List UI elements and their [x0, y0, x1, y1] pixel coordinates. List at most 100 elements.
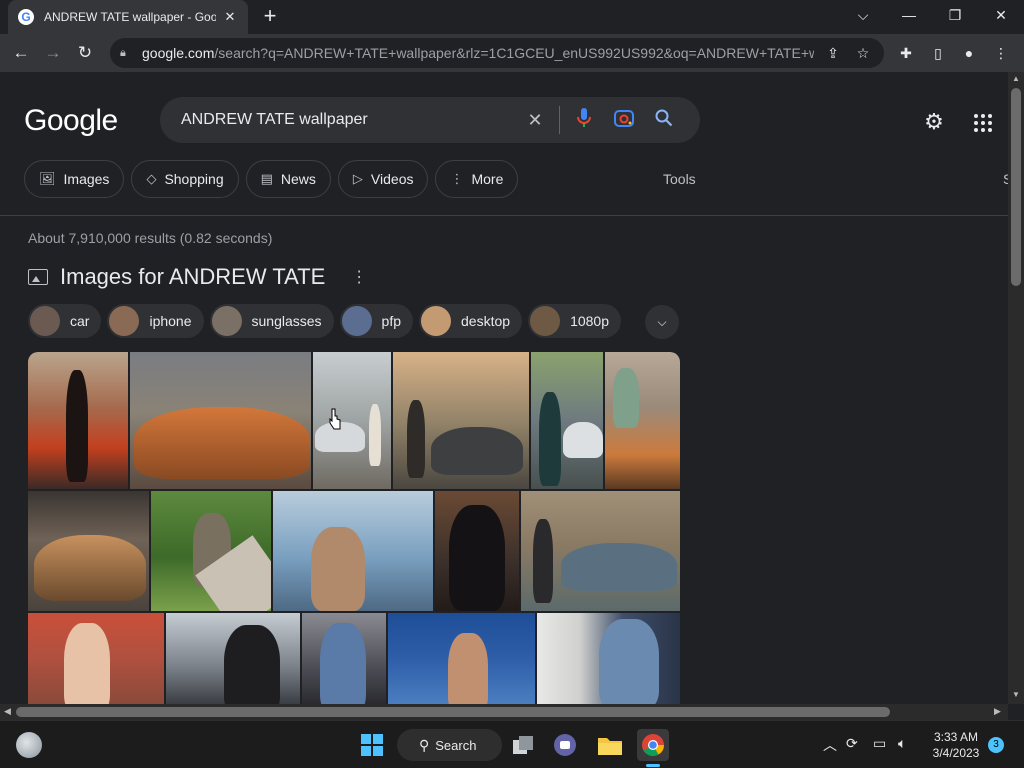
suggestion-thumbnail [341, 306, 372, 336]
forward-button[interactable]: → [40, 40, 66, 66]
search-icon[interactable] [644, 109, 684, 132]
search-filter-chips: 🖼︎ Images ◇ Shopping ▤ News ▷ Videos ⋮ More [24, 160, 525, 200]
image-result[interactable] [130, 352, 311, 489]
tab-search-chevron-icon[interactable]: ⌵ [848, 4, 878, 26]
filter-images[interactable]: 🖼︎ Images [24, 160, 125, 198]
close-window-button[interactable]: ✕ [986, 4, 1016, 26]
suggestion-chip-iphone[interactable]: iphone [107, 304, 204, 338]
chrome-taskbar-icon[interactable] [637, 729, 669, 767]
tools-button[interactable]: Tools [663, 171, 696, 187]
settings-gear-icon[interactable]: ⚙ [920, 108, 948, 136]
image-result[interactable] [435, 491, 519, 611]
suggestion-chip-desktop[interactable]: desktop [419, 304, 523, 338]
filter-shopping[interactable]: ◇ Shopping [131, 160, 239, 198]
image-result[interactable] [388, 613, 535, 704]
chrome-menu-kebab-icon[interactable]: ⋮ [990, 42, 1012, 64]
suggestion-chip-sunglasses[interactable]: sunglasses [209, 304, 334, 338]
taskbar-search-button[interactable]: ⚲ Search [397, 729, 502, 761]
image-result[interactable] [28, 491, 149, 611]
image-result[interactable] [302, 613, 386, 704]
horizontal-scrollbar[interactable]: ◀ ▶ [0, 704, 1008, 720]
image-result[interactable] [151, 491, 271, 611]
vertical-scroll-thumb[interactable] [1011, 88, 1021, 286]
filter-videos[interactable]: ▷ Videos [337, 160, 429, 198]
image-result[interactable] [531, 352, 603, 489]
suggestion-thumbnail [211, 306, 242, 336]
search-box-divider [559, 106, 560, 134]
filter-more[interactable]: ⋮ More [435, 160, 519, 198]
header-divider [0, 215, 1008, 216]
horizontal-scroll-thumb[interactable] [16, 707, 890, 717]
google-logo[interactable]: Google [24, 104, 118, 138]
search-query-input[interactable]: ANDREW TATE wallpaper [181, 111, 515, 129]
file-explorer-icon[interactable] [594, 729, 626, 761]
suggestion-chip-car[interactable]: car [28, 304, 102, 338]
suggestion-thumbnail [30, 306, 60, 336]
suggestion-thumbnail [421, 306, 452, 336]
windows-taskbar: ⚲ Search ︿ ⟳ ▭ 🔈︎ 3:33 AM 3/4/2023 3 [0, 720, 1024, 768]
suggestion-thumbnail [530, 306, 561, 336]
show-hidden-icons-chevron-icon[interactable]: ︿ [823, 735, 837, 755]
image-result[interactable] [605, 352, 680, 489]
side-panel-icon[interactable]: ▯ [927, 42, 949, 64]
image-icon: 🖼︎ [39, 171, 56, 186]
image-result[interactable] [273, 491, 433, 611]
sync-status-icon[interactable]: ⟳ [846, 735, 858, 752]
mouse-cursor-icon [329, 408, 341, 430]
image-result[interactable] [393, 352, 529, 489]
new-tab-button[interactable]: + [258, 5, 282, 28]
lock-icon: 🔒︎ [120, 46, 126, 59]
share-icon[interactable]: ⇪ [822, 45, 844, 62]
scroll-right-arrow-icon[interactable]: ▶ [994, 706, 1001, 717]
more-options-kebab-icon[interactable]: ⋮ [351, 267, 367, 287]
profile-avatar-icon[interactable]: ● [958, 42, 980, 64]
image-result[interactable] [28, 352, 128, 489]
image-result[interactable] [313, 352, 391, 489]
url-text[interactable]: google.com/search?q=ANDREW+TATE+wallpape… [142, 45, 814, 61]
minimize-button[interactable]: — [894, 4, 924, 26]
search-results-page: Google ANDREW TATE wallpaper ✕ ⚙ 🖼︎ Image… [0, 72, 1008, 704]
active-tab[interactable]: G ANDREW TATE wallpaper - Google Search … [8, 0, 248, 34]
clock-date: 3/4/2023 [932, 746, 980, 760]
expand-suggestions-chevron-icon[interactable]: ⌵ [645, 305, 679, 339]
images-section-header: Images for ANDREW TATE ⋮ [28, 264, 367, 290]
filter-news[interactable]: ▤ News [245, 160, 331, 198]
lens-camera-icon[interactable] [604, 109, 644, 132]
image-result[interactable] [521, 491, 680, 611]
bookmark-star-icon[interactable]: ☆ [852, 45, 874, 62]
teams-chat-icon[interactable] [549, 729, 581, 761]
clock-time: 3:33 AM [933, 730, 979, 744]
vertical-scrollbar[interactable]: ▲ ▼ [1008, 72, 1024, 704]
address-bar[interactable]: 🔒︎ google.com/search?q=ANDREW+TATE+wallp… [110, 38, 884, 68]
back-button[interactable]: ← [8, 40, 34, 66]
extensions-puzzle-icon[interactable]: ✚ [895, 42, 917, 64]
play-icon: ▷ [352, 171, 363, 186]
search-box[interactable]: ANDREW TATE wallpaper ✕ [160, 97, 700, 143]
kebab-icon: ⋮ [450, 171, 464, 186]
tab-close-icon[interactable]: ✕ [222, 9, 238, 25]
scroll-down-arrow-icon[interactable]: ▼ [1012, 690, 1020, 699]
network-icon[interactable]: ▭ [873, 735, 886, 752]
scroll-left-arrow-icon[interactable]: ◀ [4, 706, 11, 717]
images-heading[interactable]: Images for ANDREW TATE [60, 264, 325, 290]
clear-icon[interactable]: ✕ [515, 110, 555, 131]
image-result[interactable] [166, 613, 300, 704]
suggestion-thumbnail [109, 306, 140, 336]
notification-count-badge[interactable]: 3 [988, 737, 1004, 753]
image-result[interactable] [28, 613, 164, 704]
image-result[interactable] [537, 613, 680, 704]
taskbar-clock[interactable]: 3:33 AM 3/4/2023 [922, 729, 990, 761]
weather-widget-icon[interactable] [16, 732, 42, 758]
image-results-grid [28, 352, 680, 704]
volume-speaker-icon[interactable]: 🔈︎ [898, 735, 906, 752]
voice-search-mic-icon[interactable] [564, 107, 604, 133]
restore-button[interactable]: ❐ [940, 4, 970, 26]
result-stats: About 7,910,000 results (0.82 seconds) [28, 230, 273, 246]
reload-button[interactable]: ↻ [72, 40, 98, 66]
start-windows-icon[interactable] [356, 729, 388, 761]
task-view-icon[interactable] [507, 729, 539, 761]
scroll-up-arrow-icon[interactable]: ▲ [1012, 74, 1020, 83]
google-apps-grid-icon[interactable] [968, 108, 996, 136]
suggestion-chip-pfp[interactable]: pfp [339, 304, 414, 338]
suggestion-chip-1080p[interactable]: 1080p [528, 304, 621, 338]
